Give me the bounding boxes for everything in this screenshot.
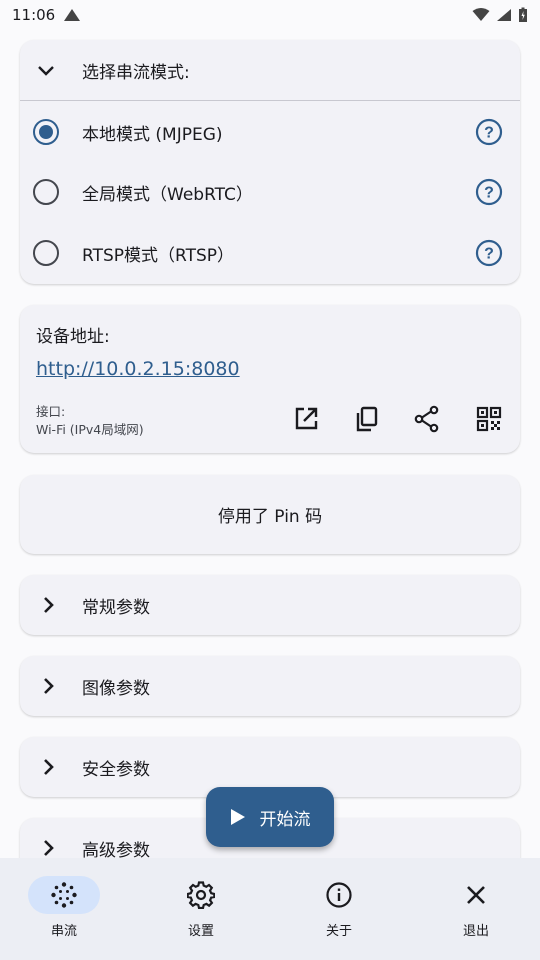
- section-label: 安全参数: [82, 759, 150, 780]
- chevron-right-icon: [44, 759, 54, 775]
- wifi-icon: [472, 8, 490, 21]
- svg-text:?: ?: [484, 185, 494, 202]
- svg-text:?: ?: [484, 246, 494, 263]
- nav-icon-wrap: [165, 876, 237, 914]
- chevron-down-icon: [38, 66, 54, 76]
- bottom-navigation: 串流 设置 关于 退出: [0, 858, 540, 960]
- section-label: 图像参数: [82, 678, 150, 699]
- interface-label: 接口:: [36, 404, 66, 419]
- section-image-params[interactable]: 图像参数: [20, 656, 520, 716]
- status-time: 11:06: [12, 6, 56, 24]
- qr-code-icon[interactable]: [475, 405, 503, 433]
- settings-icon: [187, 881, 215, 909]
- chevron-right-icon: [44, 678, 54, 694]
- stream-mode-card: 选择串流模式: 本地模式 (MJPEG) ? 全局模式（WebRTC） ? RT…: [20, 40, 520, 284]
- mode-option-label: 本地模式 (MJPEG): [82, 124, 223, 145]
- device-address-card: 设备地址: http://10.0.2.15:8080 接口: Wi-Fi (I…: [20, 305, 520, 453]
- start-stream-label: 开始流: [259, 809, 311, 830]
- help-icon[interactable]: ?: [475, 118, 503, 146]
- section-general-params[interactable]: 常规参数: [20, 575, 520, 635]
- nav-item-settings[interactable]: 设置: [137, 858, 272, 960]
- chevron-right-icon: [44, 840, 54, 856]
- nav-label-exit: 退出: [462, 924, 489, 939]
- pin-status-card[interactable]: 停用了 Pin 码: [20, 475, 520, 554]
- nav-icon-wrap: [303, 876, 375, 914]
- device-address-link[interactable]: http://10.0.2.15:8080: [36, 358, 240, 380]
- section-label: 高级参数: [82, 840, 150, 861]
- battery-icon: [519, 7, 527, 22]
- mode-option-mjpeg[interactable]: 本地模式 (MJPEG) ?: [20, 102, 520, 162]
- help-icon[interactable]: ?: [475, 239, 503, 267]
- status-bar: 11:06: [0, 0, 540, 30]
- nav-label-about: 关于: [325, 924, 352, 939]
- chevron-right-icon: [44, 597, 54, 613]
- stream-mode-header[interactable]: 选择串流模式:: [20, 40, 520, 101]
- radio-button[interactable]: [33, 240, 59, 266]
- open-external-icon[interactable]: [292, 405, 320, 433]
- stream-mode-title: 选择串流模式:: [82, 62, 190, 83]
- help-icon[interactable]: ?: [475, 178, 503, 206]
- info-icon: [326, 882, 352, 908]
- signal-icon: [497, 9, 511, 21]
- mode-option-rtsp[interactable]: RTSP模式（RTSP） ?: [20, 223, 520, 283]
- mode-option-label: RTSP模式（RTSP）: [82, 245, 235, 266]
- svg-text:?: ?: [484, 125, 494, 142]
- nav-item-about[interactable]: 关于: [275, 858, 410, 960]
- pin-status-text: 停用了 Pin 码: [217, 507, 323, 527]
- share-icon[interactable]: [413, 405, 441, 433]
- start-stream-button[interactable]: 开始流: [206, 787, 334, 847]
- close-icon: [467, 886, 485, 904]
- play-icon: [230, 809, 245, 825]
- copy-icon[interactable]: [353, 405, 381, 433]
- interface-value: Wi-Fi (IPv4局域网): [36, 422, 144, 437]
- nav-active-indicator: [28, 876, 100, 914]
- nav-icon-wrap: [440, 876, 512, 914]
- nav-label-stream: 串流: [50, 924, 77, 939]
- nav-item-stream[interactable]: 串流: [0, 858, 135, 960]
- device-address-title: 设备地址:: [36, 327, 110, 347]
- mode-option-webrtc[interactable]: 全局模式（WebRTC） ?: [20, 162, 520, 222]
- radio-button-selected[interactable]: [33, 119, 59, 145]
- mode-option-label: 全局模式（WebRTC）: [82, 184, 253, 205]
- nav-label-settings: 设置: [187, 924, 214, 939]
- nav-item-exit[interactable]: 退出: [412, 858, 540, 960]
- section-label: 常规参数: [82, 597, 150, 618]
- radio-button[interactable]: [33, 179, 59, 205]
- notification-triangle-icon: [64, 9, 81, 21]
- stream-icon: [51, 882, 77, 908]
